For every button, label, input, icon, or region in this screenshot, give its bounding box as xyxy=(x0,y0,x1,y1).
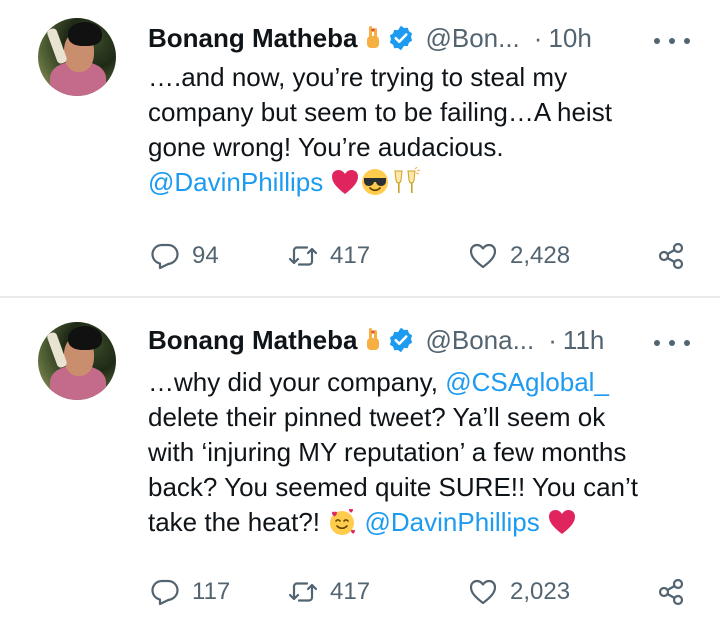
tweet-text: ….and now, you’re trying to steal my com… xyxy=(148,60,708,200)
reply-icon xyxy=(151,579,179,606)
tweet-line: …why did your company, @CSAglobal_ xyxy=(148,365,708,400)
like-count: 2,428 xyxy=(510,242,571,269)
share-icon xyxy=(658,578,684,606)
separator-dot: · xyxy=(533,22,543,53)
tweet-line: take the heat?! @DavinPhillips xyxy=(148,505,708,540)
reply-button[interactable]: 117 xyxy=(150,574,230,610)
sunglasses-emoji-icon xyxy=(360,167,390,197)
tweet-header: Bonang Matheba @Bona... · 11h xyxy=(148,322,604,358)
reply-button[interactable]: 94 xyxy=(150,238,219,274)
tweet-1[interactable]: Bonang Matheba @Bon... · 10h ….and now, … xyxy=(0,0,720,296)
retweet-icon xyxy=(288,246,318,266)
tweet-time[interactable]: 10h xyxy=(548,23,591,54)
tweet-actions: 117 417 2,023 xyxy=(148,574,708,610)
share-button[interactable] xyxy=(656,574,686,610)
like-button[interactable]: 2,428 xyxy=(468,238,570,274)
crown-emoji-icon xyxy=(363,24,383,52)
red-heart-emoji-icon xyxy=(330,167,360,197)
author-avatar[interactable] xyxy=(38,18,116,96)
reply-count: 94 xyxy=(192,242,219,269)
reply-icon xyxy=(151,243,179,270)
mention-link[interactable]: @DavinPhillips xyxy=(148,167,323,197)
retweet-count: 417 xyxy=(330,242,371,269)
tweet-line: ….and now, you’re trying to steal my xyxy=(148,62,568,92)
author-handle[interactable]: @Bona... xyxy=(425,325,534,356)
tweet-actions: 94 417 2,428 xyxy=(148,238,708,274)
tweet-time[interactable]: 11h xyxy=(563,325,604,356)
crown-emoji-icon xyxy=(363,326,383,354)
like-button[interactable]: 2,023 xyxy=(468,574,570,610)
verified-badge-icon xyxy=(387,326,415,354)
tweet-line: with ‘injuring MY reputation’ a few mont… xyxy=(148,437,627,467)
tweet-line-text: …why did your company, xyxy=(148,367,446,397)
retweet-button[interactable]: 417 xyxy=(288,238,370,274)
heart-outline-icon xyxy=(469,243,497,269)
retweet-icon xyxy=(288,582,318,602)
more-dots-icon[interactable] xyxy=(654,338,690,348)
retweet-button[interactable]: 417 xyxy=(288,574,370,610)
tweet-line: back? You seemed quite SURE!! You can’t xyxy=(148,472,639,502)
smiling-face-with-hearts-emoji-icon xyxy=(327,507,357,537)
reply-count: 117 xyxy=(192,578,231,605)
verified-badge-icon xyxy=(387,24,415,52)
tweet-text: …why did your company, @CSAglobal_ delet… xyxy=(148,365,708,540)
share-icon xyxy=(658,242,684,270)
author-name[interactable]: Bonang Matheba xyxy=(148,325,357,356)
tweet-line-text: take the heat?! xyxy=(148,507,328,537)
author-avatar[interactable] xyxy=(38,322,116,400)
share-button[interactable] xyxy=(656,238,686,274)
retweet-count: 417 xyxy=(330,578,371,605)
author-handle[interactable]: @Bon... xyxy=(425,23,519,54)
more-dots-icon[interactable] xyxy=(654,36,690,46)
author-name[interactable]: Bonang Matheba xyxy=(148,23,357,54)
tweet-line: delete their pinned tweet? Ya’ll seem ok xyxy=(148,402,606,432)
separator-dot: · xyxy=(548,324,557,355)
tweet-line: gone wrong! You’re audacious. xyxy=(148,132,504,162)
tweet-line: @DavinPhillips xyxy=(148,165,708,200)
tweet-header: Bonang Matheba @Bon... · 10h xyxy=(148,20,592,56)
mention-link[interactable]: @CSAglobal_ xyxy=(445,367,609,397)
heart-outline-icon xyxy=(469,579,497,605)
clinking-glasses-emoji-icon xyxy=(390,166,421,197)
tweet-2[interactable]: Bonang Matheba @Bona... · 11h …why did y… xyxy=(0,298,720,625)
red-heart-emoji-icon xyxy=(547,507,577,537)
mention-link[interactable]: @DavinPhillips xyxy=(364,507,539,537)
tweet-line: company but seem to be failing…A heist xyxy=(148,97,612,127)
like-count: 2,023 xyxy=(510,578,571,605)
